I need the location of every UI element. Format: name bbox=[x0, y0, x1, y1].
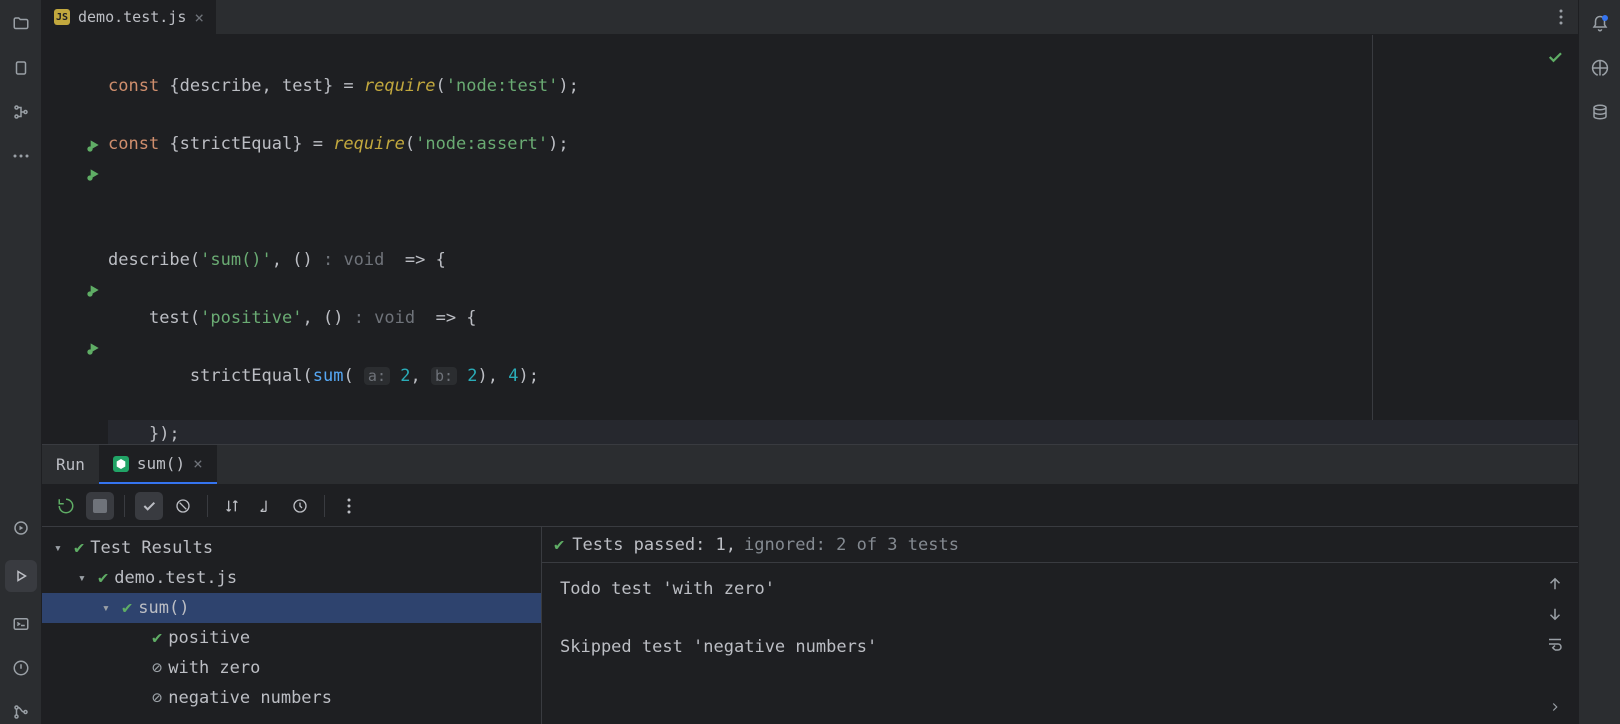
check-icon: ✔ bbox=[554, 535, 564, 555]
code-area[interactable]: const {describe, test} = require('node:t… bbox=[108, 35, 1578, 444]
console-output[interactable]: Todo test 'with zero' Skipped test 'nega… bbox=[542, 563, 1532, 724]
soft-wrap-icon[interactable] bbox=[1546, 635, 1564, 653]
test-summary: ✔ Tests passed: 1, ignored: 2 of 3 tests bbox=[542, 527, 1578, 563]
up-stack-icon[interactable] bbox=[1546, 575, 1564, 593]
notifications-icon[interactable] bbox=[1588, 12, 1612, 36]
test-tree[interactable]: ▾ ✔ Test Results ▾ ✔ demo.test.js ▾ ✔ su… bbox=[42, 527, 542, 724]
node-icon bbox=[113, 456, 129, 472]
tree-test[interactable]: ⊘ with zero bbox=[42, 653, 541, 683]
tree-label: negative numbers bbox=[168, 688, 332, 708]
chevron-down-icon[interactable]: ▾ bbox=[102, 601, 116, 616]
show-passed-button[interactable] bbox=[135, 492, 163, 520]
tree-label: demo.test.js bbox=[114, 568, 237, 588]
run-tab-sum[interactable]: sum() × bbox=[99, 445, 217, 484]
stop-button[interactable] bbox=[86, 492, 114, 520]
project-icon[interactable] bbox=[9, 12, 33, 36]
tree-test[interactable]: ✔ positive bbox=[42, 623, 541, 653]
run-tab-label: Run bbox=[56, 455, 85, 474]
file-tab-label: demo.test.js bbox=[78, 8, 186, 26]
vcs-icon[interactable] bbox=[9, 700, 33, 724]
tree-root[interactable]: ▾ ✔ Test Results bbox=[42, 533, 541, 563]
services-icon[interactable] bbox=[9, 516, 33, 540]
file-tab[interactable]: JS demo.test.js × bbox=[42, 0, 217, 34]
skip-icon: ⊘ bbox=[152, 688, 162, 708]
run-gutter-icon[interactable] bbox=[86, 137, 102, 153]
run-gutter-icon[interactable] bbox=[86, 340, 102, 356]
summary-ignored: ignored: 2 of 3 tests bbox=[744, 535, 959, 555]
show-ignored-button[interactable] bbox=[169, 492, 197, 520]
run-tool-icon[interactable] bbox=[5, 560, 37, 592]
more-icon[interactable] bbox=[9, 144, 33, 168]
js-file-icon: JS bbox=[54, 9, 70, 25]
tabs-more-icon[interactable] bbox=[1544, 0, 1578, 34]
tree-suite[interactable]: ▾ ✔ sum() bbox=[42, 593, 541, 623]
main-area: JS demo.test.js × const {describe, te bbox=[42, 0, 1578, 724]
close-icon[interactable]: × bbox=[193, 454, 203, 473]
console-nav bbox=[1532, 563, 1578, 724]
run-toolbar bbox=[42, 485, 1578, 527]
run-tabs: Run sum() × bbox=[42, 445, 1578, 485]
run-tool-window: Run sum() × bbox=[42, 444, 1578, 724]
chevron-down-icon[interactable]: ▾ bbox=[78, 571, 92, 586]
database-icon[interactable] bbox=[1588, 100, 1612, 124]
structure-icon[interactable] bbox=[9, 100, 33, 124]
expand-console-icon[interactable] bbox=[1548, 700, 1562, 714]
sort-button[interactable] bbox=[218, 492, 246, 520]
down-stack-icon[interactable] bbox=[1546, 605, 1564, 623]
check-icon: ✔ bbox=[98, 568, 108, 588]
console: Todo test 'with zero' Skipped test 'nega… bbox=[542, 563, 1578, 724]
expand-button[interactable] bbox=[252, 492, 280, 520]
run-tab-run[interactable]: Run bbox=[42, 445, 99, 484]
tree-label: Test Results bbox=[90, 538, 213, 558]
close-icon[interactable]: × bbox=[194, 8, 204, 27]
editor-tabs: JS demo.test.js × bbox=[42, 0, 1578, 35]
run-body: ▾ ✔ Test Results ▾ ✔ demo.test.js ▾ ✔ su… bbox=[42, 527, 1578, 724]
tree-label: sum() bbox=[138, 598, 189, 618]
check-icon: ✔ bbox=[122, 598, 132, 618]
toolbar-more-icon[interactable] bbox=[335, 492, 363, 520]
check-icon: ✔ bbox=[74, 538, 84, 558]
tree-label: with zero bbox=[168, 658, 260, 678]
right-activity-bar bbox=[1578, 0, 1620, 724]
skip-icon: ⊘ bbox=[152, 658, 162, 678]
chevron-down-icon[interactable]: ▾ bbox=[54, 541, 68, 556]
tree-label: positive bbox=[168, 628, 250, 648]
console-line: Skipped test 'negative numbers' bbox=[560, 633, 1514, 662]
left-activity-bar bbox=[0, 0, 42, 724]
check-icon: ✔ bbox=[152, 628, 162, 648]
run-gutter-icon[interactable] bbox=[86, 282, 102, 298]
run-gutter-icon[interactable] bbox=[86, 166, 102, 182]
bookmarks-icon[interactable] bbox=[9, 56, 33, 80]
editor-gutter bbox=[42, 35, 108, 444]
ai-icon[interactable] bbox=[1588, 56, 1612, 80]
console-line: Todo test 'with zero' bbox=[560, 575, 1514, 604]
editor[interactable]: const {describe, test} = require('node:t… bbox=[42, 35, 1578, 444]
tree-test[interactable]: ⊘ negative numbers bbox=[42, 683, 541, 713]
rerun-button[interactable] bbox=[52, 492, 80, 520]
run-tab-label: sum() bbox=[137, 454, 185, 473]
terminal-icon[interactable] bbox=[9, 612, 33, 636]
tree-file[interactable]: ▾ ✔ demo.test.js bbox=[42, 563, 541, 593]
summary-passed: Tests passed: 1, bbox=[572, 535, 736, 555]
history-button[interactable] bbox=[286, 492, 314, 520]
problems-icon[interactable] bbox=[9, 656, 33, 680]
